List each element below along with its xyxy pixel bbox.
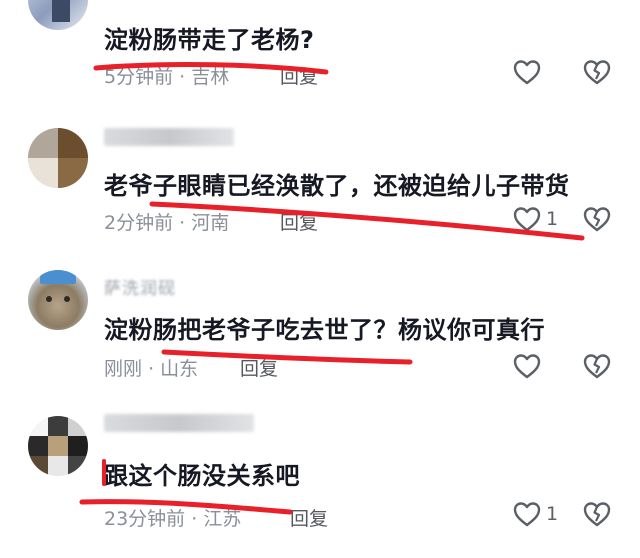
broken-heart-icon[interactable] [582,500,612,528]
comment-time: 5分钟前 [104,66,174,88]
like-button[interactable]: 1 [512,205,558,233]
comment-meta: 23分钟前 · 江苏 [104,504,241,531]
comment-time: 2分钟前 [104,212,174,234]
comment-meta: 2分钟前 · 河南 [104,208,229,235]
like-count: 1 [546,503,559,525]
like-button[interactable] [512,352,546,380]
heart-outline-icon [512,352,542,380]
like-count: 1 [546,208,559,230]
username[interactable]: 萨洗润砚 [104,274,176,299]
comment-meta: 5分钟前 · 吉林 [104,62,229,89]
comment-text: 淀粉肠带走了老杨? [104,26,315,54]
meta-dot: · [191,508,204,530]
comment-meta: 刚刚 · 山东 [104,354,198,381]
broken-heart-icon[interactable] [582,205,612,233]
comment-item: 淀粉肠带走了老杨? 5分钟前 · 吉林 回复 [0,0,640,110]
avatar[interactable] [28,270,88,330]
comment-location: 山东 [160,358,199,380]
reply-button[interactable]: 回复 [280,62,318,89]
heart-outline-icon [512,205,542,233]
comment-text: 跟这个肠没关系吧 [104,462,300,490]
heart-outline-icon [512,58,542,86]
comment-item: 跟这个肠没关系吧 23分钟前 · 江苏 回复 1 [0,406,640,556]
meta-dot: · [148,358,161,380]
username-obscured [104,414,254,432]
broken-heart-icon[interactable] [582,58,612,86]
reply-button[interactable]: 回复 [290,504,328,531]
avatar[interactable] [28,0,88,30]
avatar[interactable] [28,416,88,476]
comment-item: 萨洗润砚 淀粉肠把老爷子吃去世了？杨议你可真行 刚刚 · 山东 回复 [0,268,640,398]
comment-location: 河南 [191,212,230,234]
comment-location: 江苏 [203,508,242,530]
comment-time: 刚刚 [104,358,143,380]
reply-button[interactable]: 回复 [280,208,318,235]
reply-button[interactable]: 回复 [240,354,278,381]
comment-text: 老爷子眼睛已经涣散了，还被迫给儿子带货 [104,172,570,200]
comment-location: 吉林 [191,66,230,88]
comment-time: 23分钟前 [104,508,186,530]
username-obscured [104,128,234,146]
broken-heart-icon[interactable] [582,352,612,380]
avatar[interactable] [28,128,88,188]
like-button[interactable]: 1 [512,500,558,528]
comment-text: 淀粉肠把老爷子吃去世了？杨议你可真行 [104,316,545,344]
comment-item: 老爷子眼睛已经涣散了，还被迫给儿子带货 2分钟前 · 河南 回复 1 [0,120,640,260]
like-button[interactable] [512,58,546,86]
heart-outline-icon [512,500,542,528]
meta-dot: · [179,212,192,234]
meta-dot: · [179,66,192,88]
